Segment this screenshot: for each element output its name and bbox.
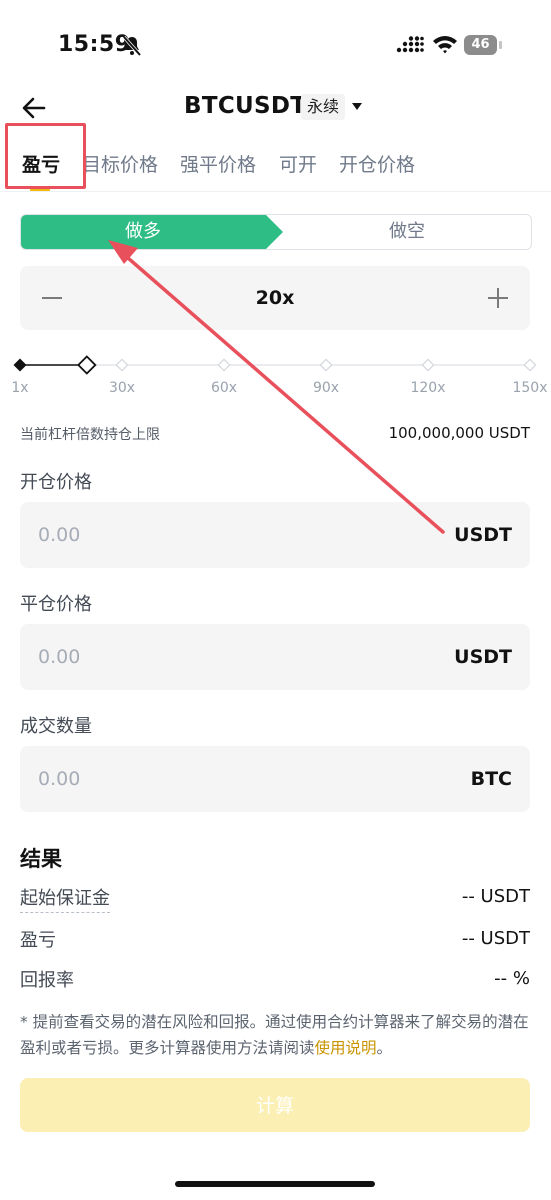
- entry-price-input[interactable]: [38, 502, 418, 568]
- pnl-value: -- USDT: [461, 928, 530, 949]
- results-title: 结果: [20, 847, 62, 871]
- leverage-value[interactable]: 20x: [20, 266, 530, 330]
- slider-tick-label: 60x: [210, 380, 238, 396]
- pnl-label: 盈亏: [20, 930, 56, 951]
- disclaimer-suffix: 。: [376, 1039, 393, 1057]
- slider-tick-label: 30x: [108, 380, 136, 396]
- battery-icon: 46: [464, 35, 502, 55]
- exit-price-field: USDT: [20, 624, 530, 690]
- tab-target-price[interactable]: 目标价格: [82, 150, 158, 177]
- initial-margin-value: -- USDT: [461, 886, 530, 907]
- short-button[interactable]: 做空: [283, 215, 531, 249]
- back-arrow-icon[interactable]: [20, 94, 48, 122]
- slider-tick-30x: [115, 358, 129, 372]
- quantity-label: 成交数量: [20, 716, 92, 737]
- annotation-highlight-box: [5, 123, 86, 189]
- slider-tick-150x: [523, 358, 537, 372]
- exit-price-input[interactable]: [38, 624, 418, 690]
- quantity-input[interactable]: [38, 746, 418, 812]
- disclaimer-note: * 提前查看交易的潜在风险和回报。通过使用合约计算器来了解交易的潜在盈利或者亏损…: [20, 1009, 532, 1061]
- slider-thumb: [77, 355, 97, 375]
- position-limit-label: 当前杠杆倍数持仓上限: [20, 427, 160, 443]
- tab-open-price[interactable]: 开仓价格: [339, 150, 415, 177]
- wifi-icon: [433, 36, 457, 54]
- signal-icon: [396, 36, 424, 53]
- position-limit-value: 100,000,000 USDT: [388, 424, 530, 442]
- user-guide-link[interactable]: 使用说明: [315, 1039, 377, 1057]
- page-title[interactable]: BTCUSDT: [184, 93, 306, 119]
- slider-tick-label: 120x: [410, 380, 446, 396]
- tab-liquidation-price[interactable]: 强平价格: [180, 150, 256, 177]
- exit-price-label: 平仓价格: [20, 594, 92, 615]
- slider-tick-1x: [13, 358, 27, 372]
- slider-tick-120x: [421, 358, 435, 372]
- caret-down-icon[interactable]: [352, 103, 362, 110]
- contract-type-badge[interactable]: 永续: [301, 94, 346, 120]
- side-toggle: 做多 做空: [20, 214, 532, 250]
- calculate-button[interactable]: 计算: [20, 1078, 530, 1132]
- roe-label: 回报率: [20, 970, 74, 991]
- disclaimer-text: * 提前查看交易的潜在风险和回报。通过使用合约计算器来了解交易的潜在盈利或者亏损…: [20, 1013, 529, 1057]
- exit-price-unit: USDT: [454, 646, 512, 668]
- quantity-field: BTC: [20, 746, 530, 812]
- quantity-unit: BTC: [470, 768, 512, 790]
- entry-price-field: USDT: [20, 502, 530, 568]
- slider-tick-60x: [217, 358, 231, 372]
- battery-level: 46: [464, 35, 497, 55]
- leverage-slider[interactable]: 1x 30x 60x 90x 120x 150x: [0, 350, 551, 400]
- slider-tick-90x: [319, 358, 333, 372]
- long-label: 做多: [125, 221, 161, 242]
- slider-tick-label: 150x: [512, 380, 548, 396]
- tab-max-open[interactable]: 可开: [279, 150, 317, 177]
- entry-price-unit: USDT: [454, 524, 512, 546]
- initial-margin-label[interactable]: 起始保证金: [20, 884, 110, 913]
- leverage-stepper: 20x: [20, 266, 530, 330]
- slider-tick-label: 90x: [312, 380, 340, 396]
- bell-muted-icon: [122, 35, 142, 57]
- entry-price-label: 开仓价格: [20, 472, 92, 493]
- home-indicator: [175, 1181, 375, 1187]
- tabs-divider: [0, 191, 551, 192]
- slider-tick-label: 1x: [11, 380, 29, 396]
- minus-icon[interactable]: [42, 297, 62, 299]
- long-button[interactable]: 做多: [21, 215, 283, 249]
- roe-value: -- %: [494, 968, 530, 989]
- leverage-slider-track[interactable]: [0, 350, 551, 380]
